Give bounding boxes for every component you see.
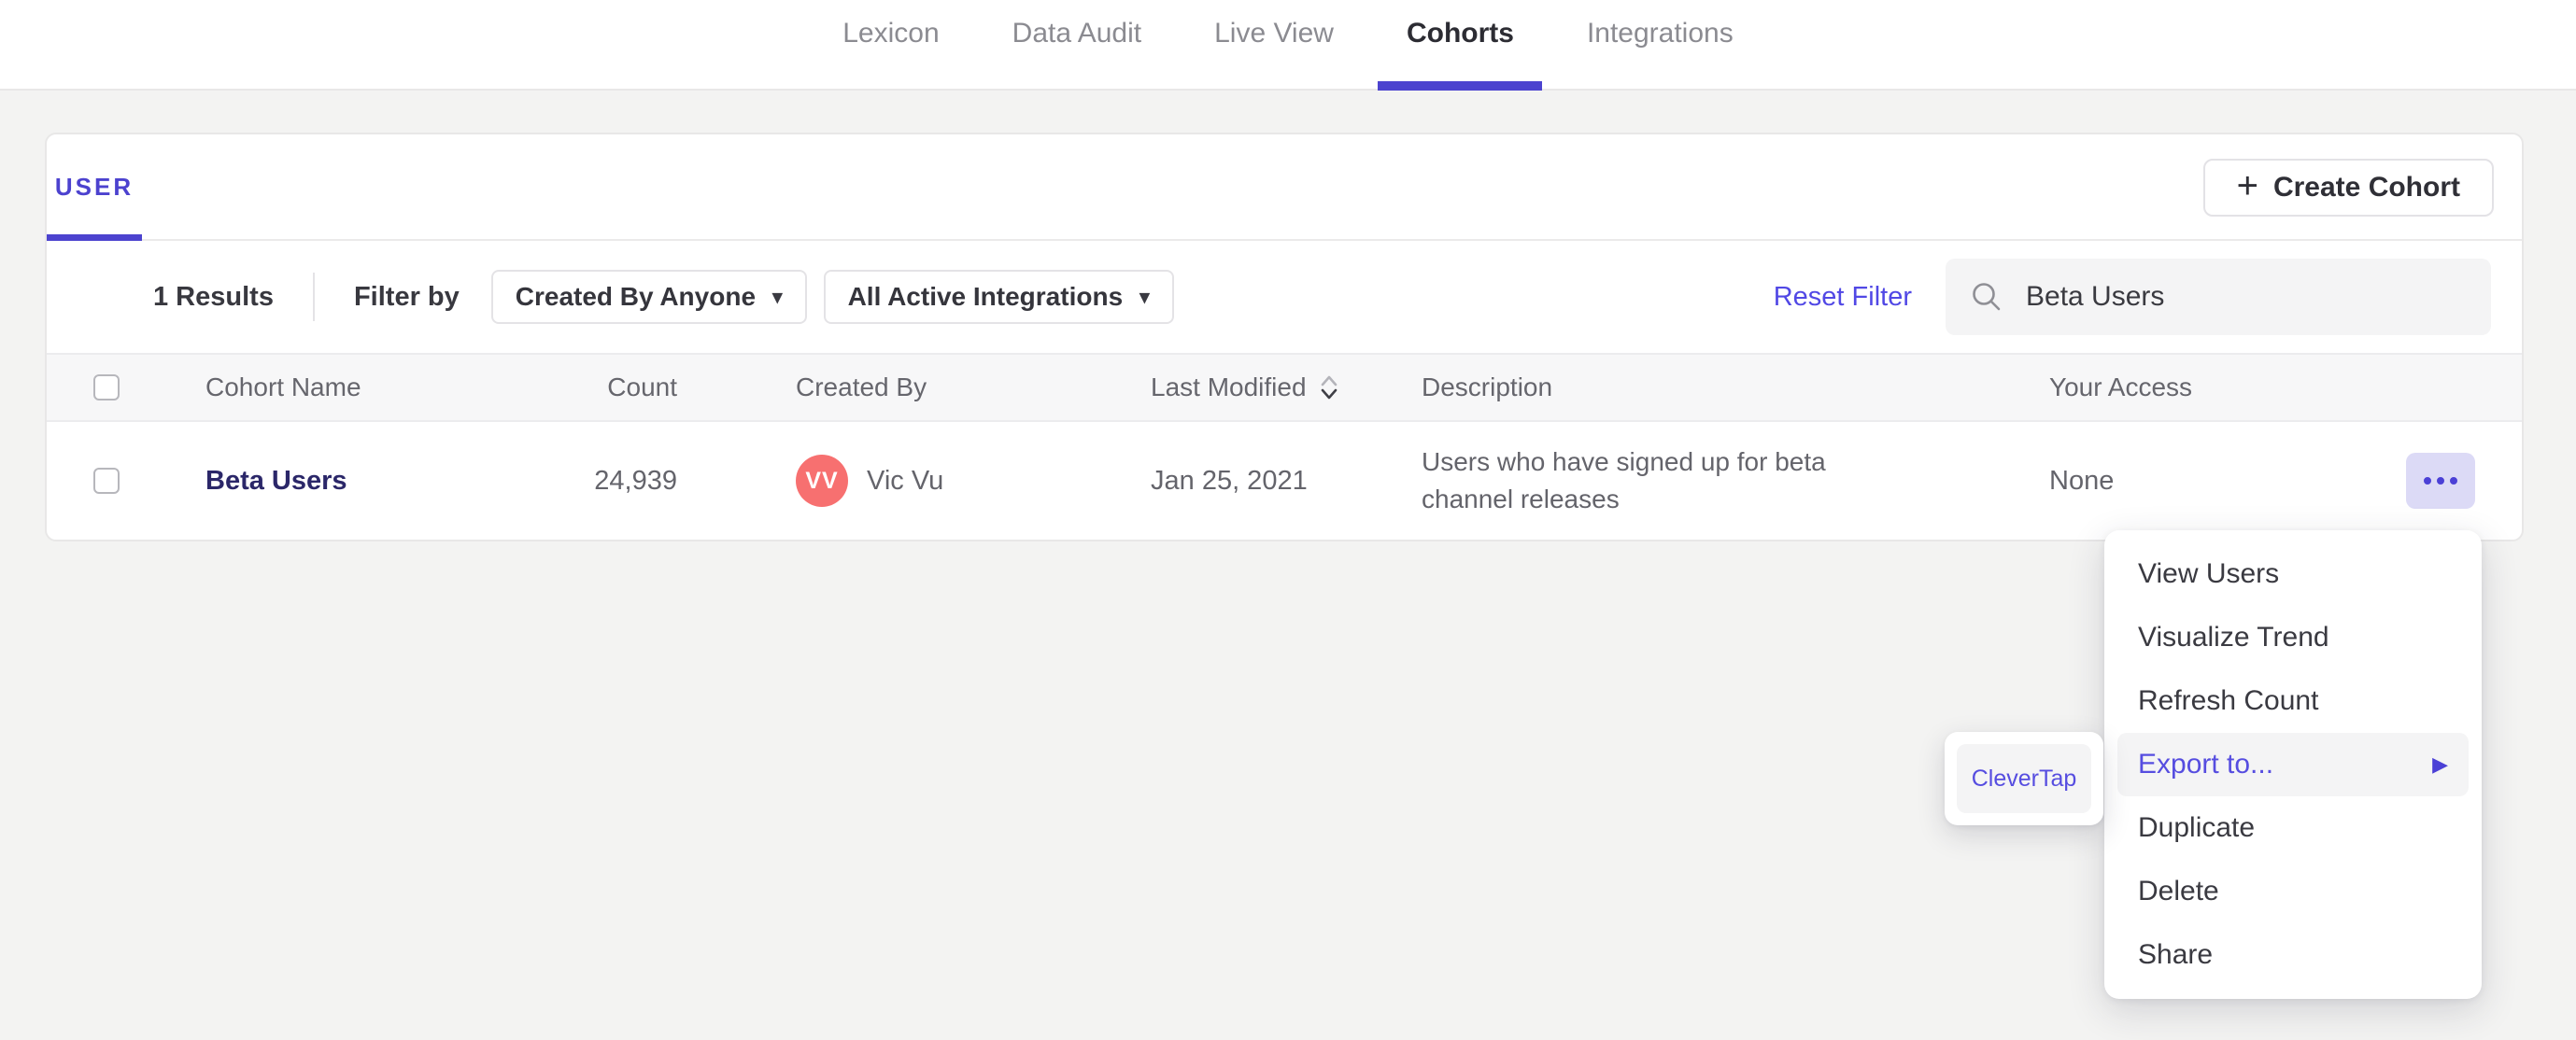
- sort-icon[interactable]: [1318, 372, 1340, 402]
- description-cell: Users who have signed up for beta channe…: [1422, 447, 1826, 513]
- row-checkbox-cell: [47, 468, 159, 494]
- create-cohort-button[interactable]: + Create Cohort: [2202, 159, 2494, 217]
- active-tab-indicator: [1378, 81, 1543, 91]
- table-header-row: Cohort Name Count Created By Last Modifi…: [47, 353, 2522, 422]
- row-actions-cell: [2326, 453, 2522, 509]
- your-access-cell: None: [2049, 465, 2115, 496]
- tab-user-indicator: [47, 234, 142, 241]
- created-by-name: Vic Vu: [867, 465, 944, 496]
- select-all-cell: [47, 374, 159, 401]
- header-count: Count: [607, 372, 677, 401]
- menu-item-share[interactable]: Share: [2104, 923, 2482, 987]
- vertical-divider: [312, 273, 315, 321]
- reset-filter-link[interactable]: Reset Filter: [1774, 282, 1912, 313]
- top-nav-bar: Lexicon Data Audit Live View Cohorts Int…: [0, 0, 2576, 91]
- more-options-icon: [2450, 477, 2457, 485]
- tab-user[interactable]: USER: [47, 134, 142, 241]
- export-submenu: CleverTap: [1945, 732, 2103, 825]
- more-options-button[interactable]: [2406, 453, 2475, 509]
- submenu-arrow-icon: ▶: [2432, 752, 2448, 776]
- nav-tab-integrations[interactable]: Integrations: [1587, 0, 1734, 91]
- search-icon: [1973, 283, 2001, 311]
- create-cohort-label: Create Cohort: [2272, 172, 2460, 203]
- search-input[interactable]: Beta Users: [2026, 281, 2164, 313]
- menu-item-view-users[interactable]: View Users: [2104, 542, 2482, 606]
- header-created-by: Created By: [796, 372, 927, 401]
- avatar: VV: [796, 455, 848, 507]
- cohort-type-tabs: USER + Create Cohort: [47, 134, 2522, 241]
- integrations-dropdown[interactable]: All Active Integrations ▾: [823, 270, 1174, 324]
- menu-item-delete[interactable]: Delete: [2104, 860, 2482, 923]
- header-last-modified[interactable]: Last Modified: [1151, 372, 1422, 402]
- header-last-modified-label: Last Modified: [1151, 372, 1307, 401]
- created-by-dropdown[interactable]: Created By Anyone ▾: [490, 270, 807, 324]
- row-checkbox[interactable]: [93, 468, 120, 494]
- created-by-dropdown-value: Created By Anyone: [515, 282, 757, 311]
- menu-item-export-to-label: Export to...: [2138, 749, 2274, 780]
- nav-tab-cohorts[interactable]: Cohorts: [1378, 0, 1543, 91]
- last-modified-cell: Jan 25, 2021: [1151, 465, 1308, 496]
- plus-icon: +: [2236, 165, 2258, 206]
- integrations-dropdown-value: All Active Integrations: [847, 282, 1124, 311]
- filter-bar: 1 Results Filter by Created By Anyone ▾ …: [47, 241, 2522, 353]
- header-cohort-name: Cohort Name: [205, 372, 361, 401]
- search-box[interactable]: Beta Users: [1946, 259, 2491, 335]
- chevron-down-icon: ▾: [1139, 286, 1150, 308]
- tab-user-label: USER: [54, 172, 134, 201]
- nav-tab-data-audit[interactable]: Data Audit: [1012, 0, 1141, 91]
- cohort-name-link[interactable]: Beta Users: [205, 466, 347, 496]
- menu-item-export-to[interactable]: Export to... ▶: [2117, 733, 2469, 796]
- menu-item-visualize-trend[interactable]: Visualize Trend: [2104, 606, 2482, 669]
- select-all-checkbox[interactable]: [93, 374, 120, 401]
- menu-item-clevertap[interactable]: CleverTap: [1957, 744, 2091, 813]
- menu-item-duplicate[interactable]: Duplicate: [2104, 796, 2482, 860]
- nav-tab-live-view[interactable]: Live View: [1214, 0, 1334, 91]
- header-description: Description: [1422, 372, 1553, 401]
- nav-tab-lexicon[interactable]: Lexicon: [842, 0, 939, 91]
- context-menu: View Users Visualize Trend Refresh Count…: [2104, 530, 2482, 999]
- nav-tab-cohorts-label: Cohorts: [1406, 17, 1514, 49]
- cohort-name-cell: Beta Users: [159, 466, 486, 497]
- results-count: 1 Results: [153, 281, 274, 312]
- top-nav: Lexicon Data Audit Live View Cohorts Int…: [842, 0, 1734, 91]
- count-cell: 24,939: [594, 465, 677, 496]
- filter-by-label: Filter by: [353, 281, 460, 312]
- header-your-access: Your Access: [2049, 372, 2193, 401]
- more-options-icon: [2424, 477, 2431, 485]
- more-options-icon: [2437, 477, 2444, 485]
- menu-item-refresh-count[interactable]: Refresh Count: [2104, 669, 2482, 733]
- created-by-cell: VV Vic Vu: [677, 455, 1151, 507]
- chevron-down-icon: ▾: [772, 286, 783, 308]
- cohorts-card: USER + Create Cohort 1 Results Filter by…: [45, 133, 2524, 541]
- table-row: Beta Users 24,939 VV Vic Vu Jan 25, 2021…: [47, 422, 2522, 540]
